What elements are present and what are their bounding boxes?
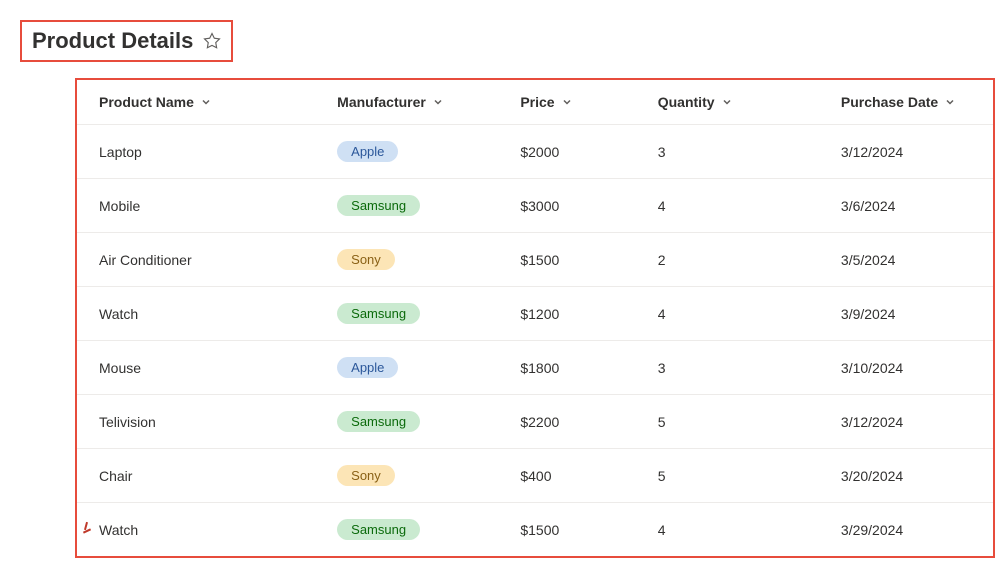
product-table: Product Name Manufacturer: [77, 80, 993, 556]
cell-product-name: Chair: [77, 449, 315, 503]
manufacturer-pill: Samsung: [337, 411, 420, 432]
manufacturer-pill: Samsung: [337, 195, 420, 216]
cell-purchase-date: 3/12/2024: [819, 125, 993, 179]
table-row[interactable]: Chair Sony $40053/20/2024: [77, 449, 993, 503]
cell-manufacturer: Samsung: [315, 503, 498, 557]
manufacturer-pill: Samsung: [337, 303, 420, 324]
title-container: Product Details: [20, 20, 233, 62]
cell-product-name: Telivision: [77, 395, 315, 449]
cell-product-name: Mouse: [77, 341, 315, 395]
cell-purchase-date: 3/9/2024: [819, 287, 993, 341]
column-header-price[interactable]: Price: [498, 80, 635, 125]
table-row[interactable]: Air Conditioner Sony $150023/5/2024: [77, 233, 993, 287]
cell-quantity: 4: [636, 503, 819, 557]
manufacturer-pill: Apple: [337, 357, 398, 378]
chevron-down-icon: [432, 96, 444, 108]
table-row[interactable]: Telivision Samsung $220053/12/2024: [77, 395, 993, 449]
cell-manufacturer: Samsung: [315, 179, 498, 233]
cell-manufacturer: Samsung: [315, 287, 498, 341]
column-label: Purchase Date: [841, 94, 938, 110]
cell-product-name: Watch: [77, 503, 315, 557]
table-row[interactable]: Mobile Samsung $300043/6/2024: [77, 179, 993, 233]
table-row[interactable]: Mouse Apple $180033/10/2024: [77, 341, 993, 395]
manufacturer-pill: Apple: [337, 141, 398, 162]
cell-manufacturer: Samsung: [315, 395, 498, 449]
column-label: Price: [520, 94, 554, 110]
manufacturer-pill: Sony: [337, 249, 395, 270]
chevron-down-icon: [561, 96, 573, 108]
product-table-container: Product Name Manufacturer: [75, 78, 995, 558]
table-body: LaptopApple$200033/12/2024MobileSamsung$…: [77, 125, 993, 557]
cell-quantity: 3: [636, 341, 819, 395]
column-header-quantity[interactable]: Quantity: [636, 80, 819, 125]
cell-product-name: Watch: [77, 287, 315, 341]
cell-quantity: 4: [636, 287, 819, 341]
column-label: Product Name: [99, 94, 194, 110]
cell-price: $2200: [498, 395, 635, 449]
cell-product-name: Air Conditioner: [77, 233, 315, 287]
cell-price: $3000: [498, 179, 635, 233]
cell-price: $1200: [498, 287, 635, 341]
cell-purchase-date: 3/20/2024: [819, 449, 993, 503]
chevron-down-icon: [721, 96, 733, 108]
cell-quantity: 3: [636, 125, 819, 179]
manufacturer-pill: Samsung: [337, 519, 420, 540]
column-label: Quantity: [658, 94, 715, 110]
page-title: Product Details: [32, 28, 193, 54]
cell-purchase-date: 3/12/2024: [819, 395, 993, 449]
cell-quantity: 2: [636, 233, 819, 287]
cell-manufacturer: Apple: [315, 125, 498, 179]
favorite-star-icon[interactable]: [203, 32, 221, 50]
cell-price: $400: [498, 449, 635, 503]
manufacturer-pill: Sony: [337, 465, 395, 486]
cell-purchase-date: 3/29/2024: [819, 503, 993, 557]
cell-quantity: 4: [636, 179, 819, 233]
column-header-product-name[interactable]: Product Name: [77, 80, 315, 125]
table-row[interactable]: Laptop Apple $200033/12/2024: [77, 125, 993, 179]
cell-quantity: 5: [636, 449, 819, 503]
table-header: Product Name Manufacturer: [77, 80, 993, 125]
cell-quantity: 5: [636, 395, 819, 449]
cell-manufacturer: Sony: [315, 449, 498, 503]
chevron-down-icon: [944, 96, 956, 108]
cell-purchase-date: 3/6/2024: [819, 179, 993, 233]
cell-manufacturer: Sony: [315, 233, 498, 287]
column-header-purchase-date[interactable]: Purchase Date: [819, 80, 993, 125]
chevron-down-icon: [200, 96, 212, 108]
cell-price: $2000: [498, 125, 635, 179]
table-row[interactable]: Watch Samsung $150043/29/2024: [77, 503, 993, 557]
table-row[interactable]: Watch Samsung $120043/9/2024: [77, 287, 993, 341]
column-header-manufacturer[interactable]: Manufacturer: [315, 80, 498, 125]
cell-product-name: Mobile: [77, 179, 315, 233]
cell-purchase-date: 3/10/2024: [819, 341, 993, 395]
cell-price: $1800: [498, 341, 635, 395]
cell-price: $1500: [498, 503, 635, 557]
cell-price: $1500: [498, 233, 635, 287]
column-label: Manufacturer: [337, 94, 426, 110]
cell-product-name: Laptop: [77, 125, 315, 179]
cell-manufacturer: Apple: [315, 341, 498, 395]
cell-purchase-date: 3/5/2024: [819, 233, 993, 287]
